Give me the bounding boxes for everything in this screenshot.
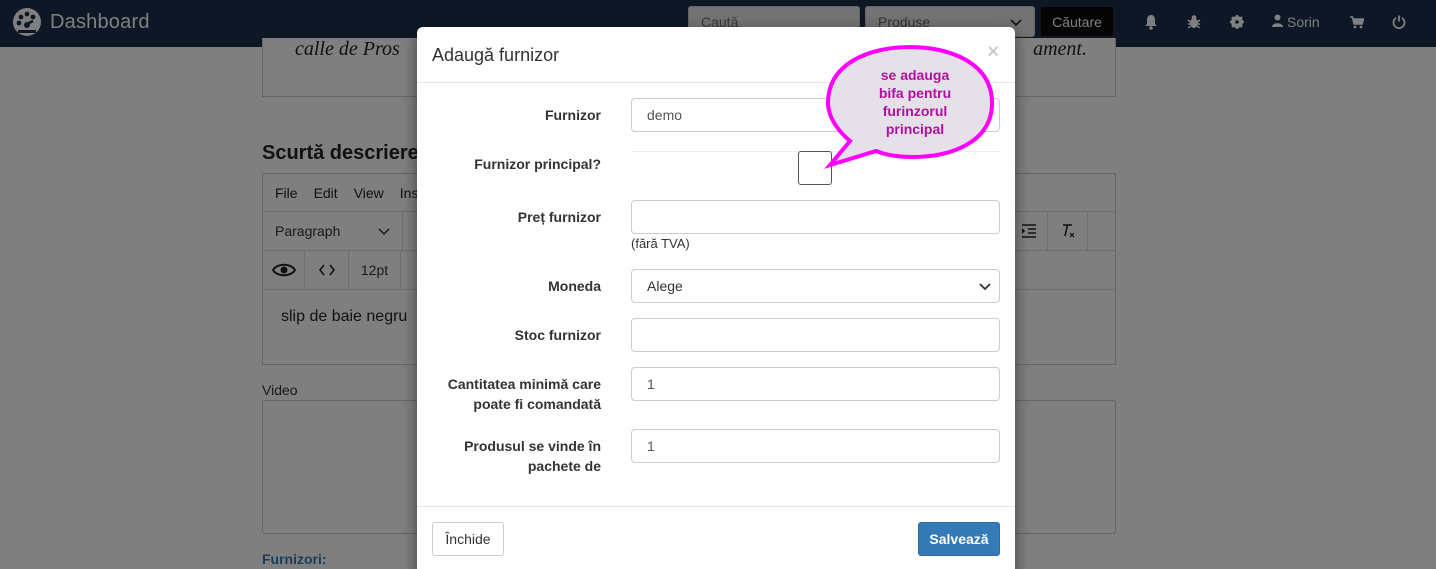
- package-size-label-line1: Produsul se vinde în: [464, 438, 601, 454]
- supplier-stock-label: Stoc furnizor: [514, 327, 601, 343]
- modal-title: Adaugă furnizor: [432, 45, 560, 65]
- close-icon[interactable]: ×: [987, 41, 999, 64]
- save-button[interactable]: Salvează: [918, 522, 1000, 556]
- package-size-input[interactable]: 1: [631, 429, 1000, 463]
- supplier-price-input[interactable]: [631, 200, 1000, 234]
- min-quantity-label-line1: Cantitatea minimă care: [447, 376, 601, 392]
- annotation-line: furinzorul: [882, 103, 948, 119]
- annotation-text: se adauga bifa pentru furinzorul princip…: [842, 66, 988, 138]
- currency-select-value: Alege: [647, 278, 683, 294]
- modal-footer: Închide Salvează: [417, 506, 1015, 569]
- supplier-stock-input[interactable]: [631, 318, 1000, 352]
- package-size-label: Produsul se vinde în pachete de: [464, 436, 601, 476]
- currency-select[interactable]: Alege: [631, 269, 1000, 303]
- min-quantity-label: Cantitatea minimă care poate fi comandat…: [448, 374, 601, 414]
- supplier-price-label: Preț furnizor: [517, 209, 601, 225]
- main-supplier-checkbox[interactable]: [798, 151, 832, 185]
- chevron-down-icon: [979, 278, 991, 294]
- annotation-line: se adauga: [880, 67, 950, 83]
- supplier-select-value: demo: [647, 107, 683, 123]
- currency-label: Moneda: [548, 278, 601, 294]
- main-supplier-label: Furnizor principal?: [474, 156, 601, 172]
- package-size-label-line2: pachete de: [527, 458, 601, 474]
- min-quantity-label-line2: poate fi comandată: [473, 396, 601, 412]
- price-help-text: (fără TVA): [631, 236, 690, 251]
- supplier-label: Furnizor: [545, 107, 601, 123]
- annotation-line: bifa pentru: [878, 85, 952, 101]
- close-button[interactable]: Închide: [432, 522, 504, 556]
- min-quantity-input[interactable]: 1: [631, 367, 1000, 401]
- annotation-line: principal: [885, 121, 945, 137]
